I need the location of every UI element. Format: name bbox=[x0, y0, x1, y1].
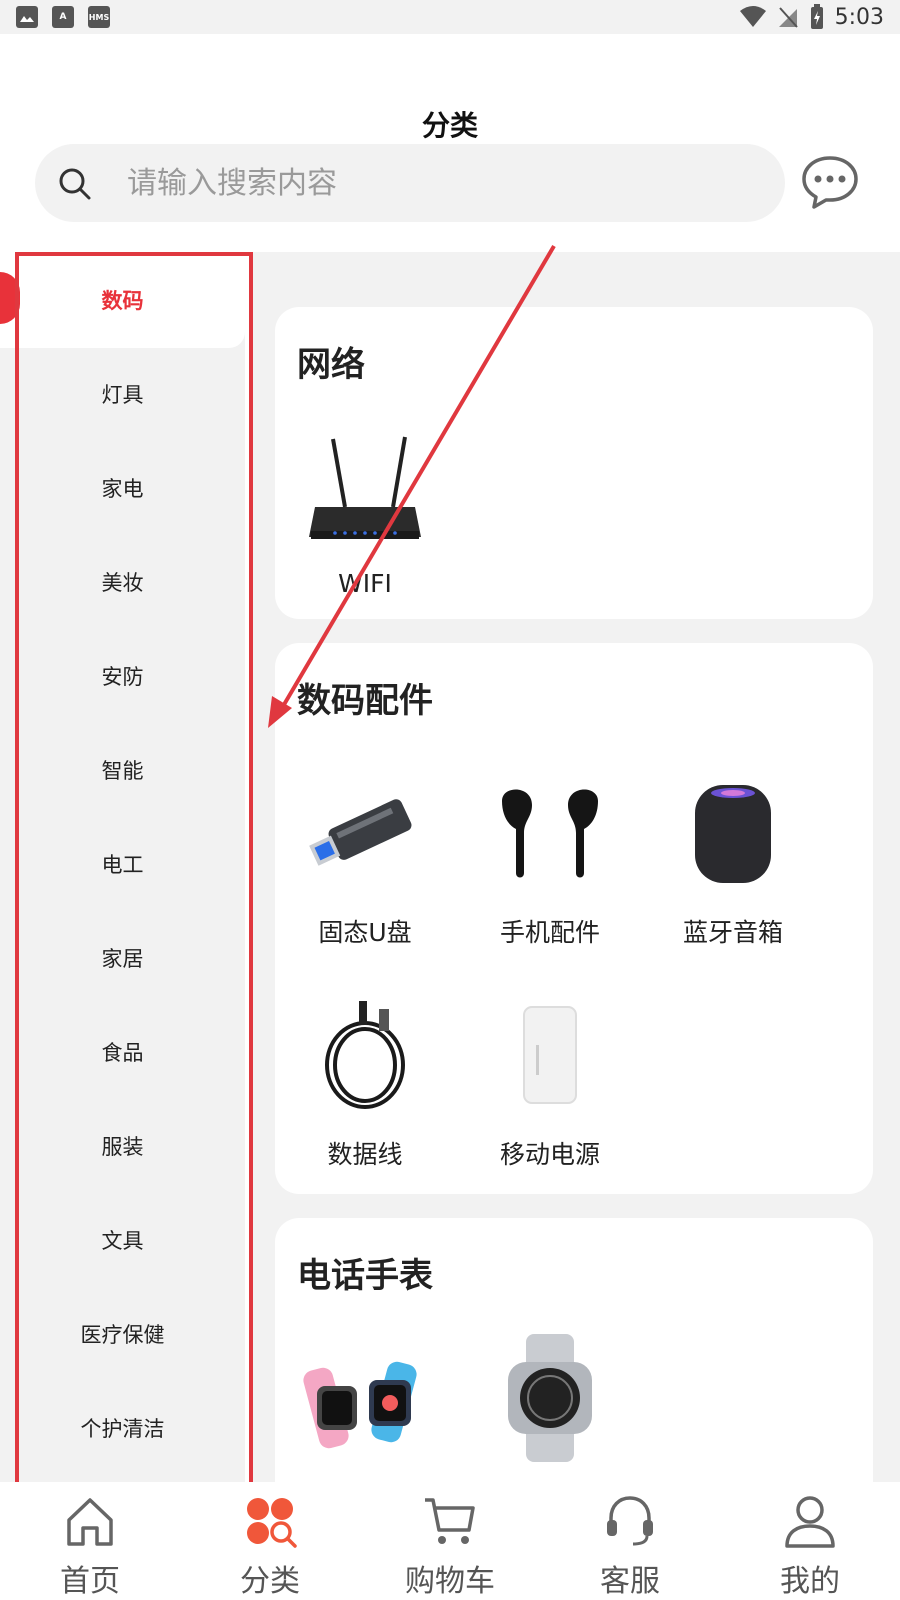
section-title: 电话手表 bbox=[297, 1256, 433, 1296]
text-a-icon: A bbox=[52, 6, 74, 28]
status-bar: A HMS 5:03 bbox=[0, 0, 900, 34]
product-item[interactable]: 蓝牙音箱 bbox=[653, 763, 813, 949]
home-icon bbox=[67, 1498, 113, 1546]
search-icon bbox=[59, 168, 91, 200]
product-item[interactable]: 数据线 bbox=[285, 985, 445, 1171]
category-icon bbox=[247, 1498, 297, 1548]
search-input[interactable] bbox=[127, 158, 747, 208]
product-label: 蓝牙音箱 bbox=[682, 918, 783, 947]
cable-image bbox=[325, 1001, 405, 1109]
usb-drive-image bbox=[309, 799, 412, 866]
headset-icon bbox=[607, 1496, 653, 1546]
search-bar[interactable] bbox=[35, 144, 785, 222]
sidebar-item-beauty[interactable]: 美妆 bbox=[0, 534, 245, 630]
product-label: 数据线 bbox=[327, 1140, 403, 1169]
sidebar-item-smart[interactable]: 智能 bbox=[0, 722, 245, 818]
nav-category[interactable]: 分类 bbox=[180, 1482, 360, 1600]
product-label: 移动电源 bbox=[499, 1140, 600, 1169]
nav-cart[interactable]: 购物车 bbox=[360, 1482, 540, 1600]
steel-watch-image bbox=[508, 1334, 592, 1462]
message-icon[interactable] bbox=[800, 152, 860, 212]
router-image bbox=[309, 436, 421, 539]
sidebar-item-security[interactable]: 安防 bbox=[0, 628, 245, 724]
kids-watch-image bbox=[303, 1361, 417, 1449]
section-card-phone-watch: 电话手表 bbox=[275, 1218, 873, 1518]
product-label: WIFI bbox=[338, 569, 392, 598]
page-title: 分类 bbox=[421, 109, 478, 142]
nav-label: 分类 bbox=[240, 1564, 300, 1599]
hms-icon: HMS bbox=[88, 6, 110, 28]
wifi-icon bbox=[739, 6, 766, 27]
nav-service[interactable]: 客服 bbox=[540, 1482, 720, 1600]
product-item[interactable]: 固态U盘 bbox=[285, 763, 445, 949]
nav-home[interactable]: 首页 bbox=[0, 1482, 180, 1600]
sidebar-item-clothing[interactable]: 服装 bbox=[0, 1098, 245, 1194]
product-item[interactable]: 移动电源 bbox=[470, 985, 630, 1171]
sidebar-item-personal-care[interactable]: 个护清洁 bbox=[0, 1380, 245, 1476]
battery-icon bbox=[810, 4, 823, 29]
clock: 5:03 bbox=[834, 4, 884, 30]
signal-off-icon bbox=[778, 7, 798, 28]
product-item[interactable]: 手机配件 bbox=[470, 763, 630, 949]
product-item[interactable]: WIFI bbox=[285, 419, 445, 598]
nav-profile[interactable]: 我的 bbox=[720, 1482, 900, 1600]
product-item[interactable] bbox=[470, 1328, 630, 1468]
product-item[interactable] bbox=[285, 1328, 445, 1468]
profile-icon bbox=[785, 1496, 835, 1548]
sidebar-item-electrical[interactable]: 电工 bbox=[0, 816, 245, 912]
sidebar-item-food[interactable]: 食品 bbox=[0, 1004, 245, 1100]
product-label: 固态U盘 bbox=[318, 918, 412, 947]
sidebar-item-stationery[interactable]: 文具 bbox=[0, 1192, 245, 1288]
sidebar-item-digital[interactable]: 数码 bbox=[0, 252, 245, 348]
sidebar-item-home[interactable]: 家居 bbox=[0, 910, 245, 1006]
sidebar-item-appliances[interactable]: 家电 bbox=[0, 440, 245, 536]
nav-label: 购物车 bbox=[405, 1564, 495, 1599]
nav-label: 我的 bbox=[780, 1564, 840, 1599]
power-bank-image bbox=[523, 1006, 577, 1104]
nav-label: 首页 bbox=[60, 1564, 120, 1599]
bottom-nav: 首页 分类 购物车 客服 我的 bbox=[0, 1482, 900, 1600]
section-card-network: 网络 WIFI bbox=[275, 307, 873, 619]
sidebar-item-medical[interactable]: 医疗保健 bbox=[0, 1286, 245, 1382]
section-title: 网络 bbox=[297, 345, 365, 385]
product-label: 手机配件 bbox=[499, 918, 600, 947]
sidebar-item-lighting[interactable]: 灯具 bbox=[0, 346, 245, 442]
section-title: 数码配件 bbox=[297, 681, 433, 721]
cart-icon bbox=[425, 1498, 475, 1544]
image-icon bbox=[16, 6, 38, 28]
section-card-digital-accessories: 数码配件 固态U盘 手机配件 蓝牙音箱 数据线 移动电源 bbox=[275, 643, 873, 1194]
speaker-image bbox=[695, 785, 771, 883]
category-sidebar: 数码 灯具 家电 美妆 安防 智能 电工 家居 食品 服装 文具 医疗保健 个护… bbox=[0, 252, 245, 1482]
nav-label: 客服 bbox=[600, 1564, 660, 1599]
earbuds-image bbox=[502, 789, 598, 878]
